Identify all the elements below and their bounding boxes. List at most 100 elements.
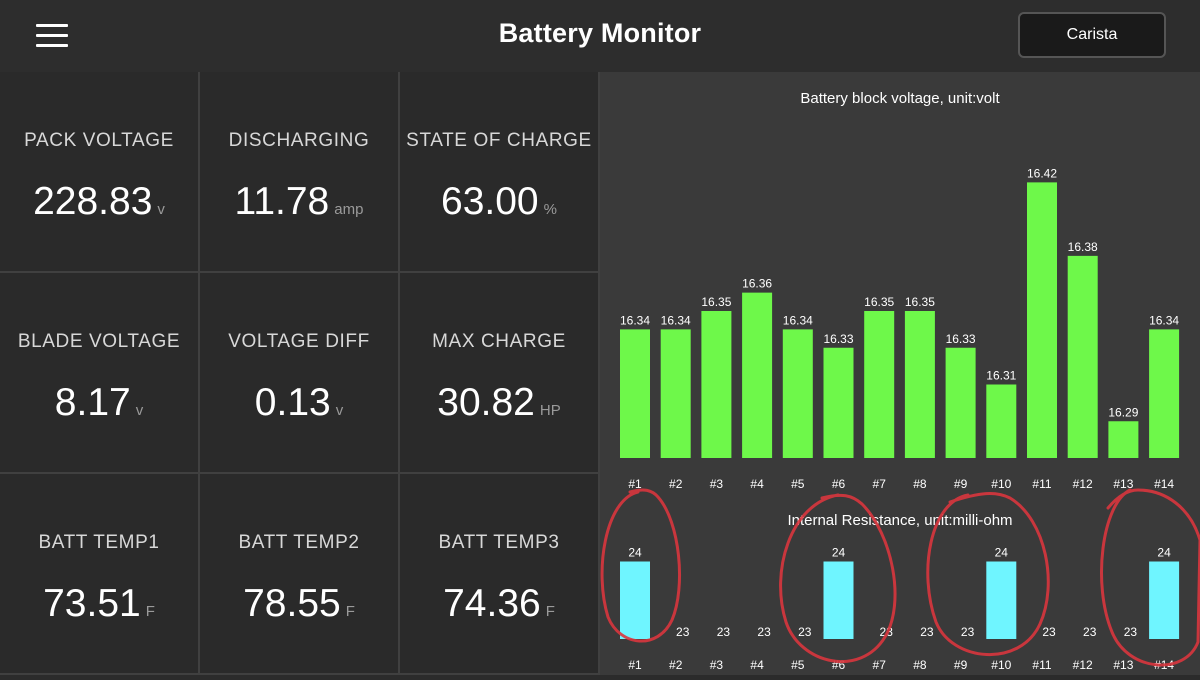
metric-unit: F — [345, 603, 355, 620]
voltage-value-label: 16.35 — [864, 295, 894, 309]
resistance-value-label: 23 — [961, 625, 975, 639]
metric-number: 0.13 — [254, 381, 331, 424]
resistance-category-label: #13 — [1113, 658, 1133, 672]
voltage-category-label: #2 — [669, 477, 683, 491]
voltage-value-label: 16.38 — [1068, 240, 1098, 254]
resistance-value-label: 23 — [1124, 625, 1138, 639]
voltage-bar — [1027, 182, 1057, 458]
voltage-bar — [701, 311, 732, 458]
resistance-value-label: 23 — [757, 625, 771, 639]
metric-label: DISCHARGING — [228, 130, 370, 151]
metric-unit: F — [145, 603, 155, 620]
voltage-category-label: #12 — [1073, 477, 1093, 491]
resistance-bar — [986, 561, 1017, 639]
metric-label: BATT TEMP2 — [238, 532, 360, 553]
voltage-category-label: #11 — [1032, 477, 1051, 491]
metric-value: 11.78 amp — [200, 180, 398, 224]
resistance-chart-title: Internal Resistance, unit:milli-ohm — [787, 512, 1012, 529]
metric-tile-discharging: DISCHARGING 11.78 amp — [200, 72, 400, 273]
voltage-bar — [986, 384, 1017, 458]
voltage-category-label: #3 — [710, 477, 724, 491]
metric-unit: % — [543, 201, 557, 218]
top-bar: Battery Monitor Carista — [0, 0, 1200, 72]
voltage-value-label: 16.31 — [986, 369, 1016, 383]
metric-unit: v — [335, 402, 344, 419]
metric-value: 63.00% — [400, 180, 598, 224]
voltage-value-label: 16.29 — [1108, 405, 1138, 419]
voltage-value-label: 16.35 — [701, 295, 731, 309]
metric-tile-voltage-diff: VOLTAGE DIFF 0.13 v — [200, 273, 400, 474]
voltage-category-label: #4 — [750, 477, 764, 491]
resistance-value-label: 23 — [717, 625, 731, 639]
metric-label: MAX CHARGE — [432, 331, 566, 352]
metrics-grid: PACK VOLTAGE 228.83 v DISCHARGING 11.78 amp ST… — [0, 72, 600, 675]
metric-number: 78.55 — [243, 582, 341, 625]
voltage-category-label: #7 — [873, 477, 887, 491]
voltage-value-label: 16.34 — [1149, 313, 1179, 327]
voltage-chart-title: Battery block voltage, unit:volt — [800, 90, 1000, 107]
metric-label: STATE OF CHARGE — [406, 130, 592, 151]
voltage-value-label: 16.34 — [661, 313, 691, 327]
metric-unit: amp — [334, 201, 364, 218]
metric-value: 74.36 F — [400, 582, 598, 626]
metric-value: 78.55 F — [200, 582, 398, 626]
voltage-value-label: 16.33 — [823, 332, 853, 346]
voltage-bar — [1108, 421, 1139, 458]
metric-number: 8.17 — [54, 381, 131, 424]
metric-number: 30.82 — [437, 381, 535, 424]
metric-value: 8.17 v — [0, 381, 198, 425]
metric-number: 73.51 — [43, 582, 141, 625]
metric-tile-batt-temp3: BATT TEMP3 74.36 F — [400, 474, 600, 675]
voltage-bar — [1149, 329, 1180, 458]
metric-label: BLADE VOLTAGE — [17, 331, 181, 352]
metric-unit: F — [545, 603, 555, 620]
voltage-value-label: 16.42 — [1027, 166, 1057, 180]
resistance-category-label: #11 — [1032, 658, 1051, 672]
voltage-value-label: 16.34 — [620, 313, 650, 327]
voltage-bar — [864, 311, 895, 458]
voltage-bar — [742, 292, 773, 458]
resistance-category-label: #4 — [750, 658, 764, 672]
resistance-value-label: 23 — [920, 625, 934, 639]
metric-unit: HP — [539, 402, 561, 419]
resistance-category-label: #3 — [710, 658, 724, 672]
carista-button[interactable]: Carista — [1018, 12, 1166, 58]
metric-label: BATT TEMP3 — [438, 532, 560, 553]
resistance-bar — [823, 561, 854, 639]
metric-value: 73.51 F — [0, 582, 198, 626]
resistance-value-label: 24 — [995, 546, 1009, 560]
resistance-value-label: 24 — [1157, 546, 1171, 560]
metric-tile-batt-temp1: BATT TEMP1 73.51 F — [0, 474, 200, 675]
metric-tile-pack-voltage: PACK VOLTAGE 228.83 v — [0, 72, 200, 273]
voltage-category-label: #8 — [913, 477, 927, 491]
voltage-value-label: 16.33 — [946, 332, 976, 346]
voltage-category-label: #14 — [1154, 477, 1174, 491]
metric-label: BATT TEMP1 — [38, 532, 160, 553]
chart-panel: Battery block voltage, unit:volt 16.34 #1 1… — [600, 72, 1200, 675]
resistance-category-label: #2 — [669, 658, 683, 672]
resistance-category-label: #12 — [1073, 658, 1093, 672]
resistance-value-label: 23 — [798, 625, 812, 639]
metric-number: 11.78 — [234, 180, 330, 223]
voltage-bar — [620, 329, 650, 458]
metric-value: 0.13 v — [200, 381, 398, 425]
resistance-value-label: 23 — [1083, 625, 1097, 639]
metric-tile-state-of-charge: STATE OF CHARGE 63.00% — [400, 72, 600, 273]
voltage-category-label: #6 — [832, 477, 846, 491]
voltage-bar — [823, 347, 854, 458]
voltage-category-label: #9 — [954, 477, 968, 491]
hamburger-menu-icon[interactable] — [36, 24, 68, 48]
charts-svg: Battery block voltage, unit:volt 16.34 #11… — [600, 90, 1200, 672]
resistance-category-label: #9 — [954, 658, 968, 672]
metric-unit: v — [135, 402, 144, 419]
voltage-bar — [782, 329, 813, 458]
voltage-category-label: #10 — [991, 477, 1011, 491]
metric-value: 228.83 v — [0, 180, 198, 224]
resistance-value-label: 23 — [676, 625, 690, 639]
resistance-bar — [1149, 561, 1180, 639]
resistance-category-label: #5 — [791, 658, 805, 672]
metric-unit: v — [157, 201, 165, 218]
resistance-value-label: 23 — [1042, 625, 1056, 639]
metric-value: 30.82 HP — [400, 381, 598, 425]
metric-tile-batt-temp2: BATT TEMP2 78.55 F — [200, 474, 400, 675]
